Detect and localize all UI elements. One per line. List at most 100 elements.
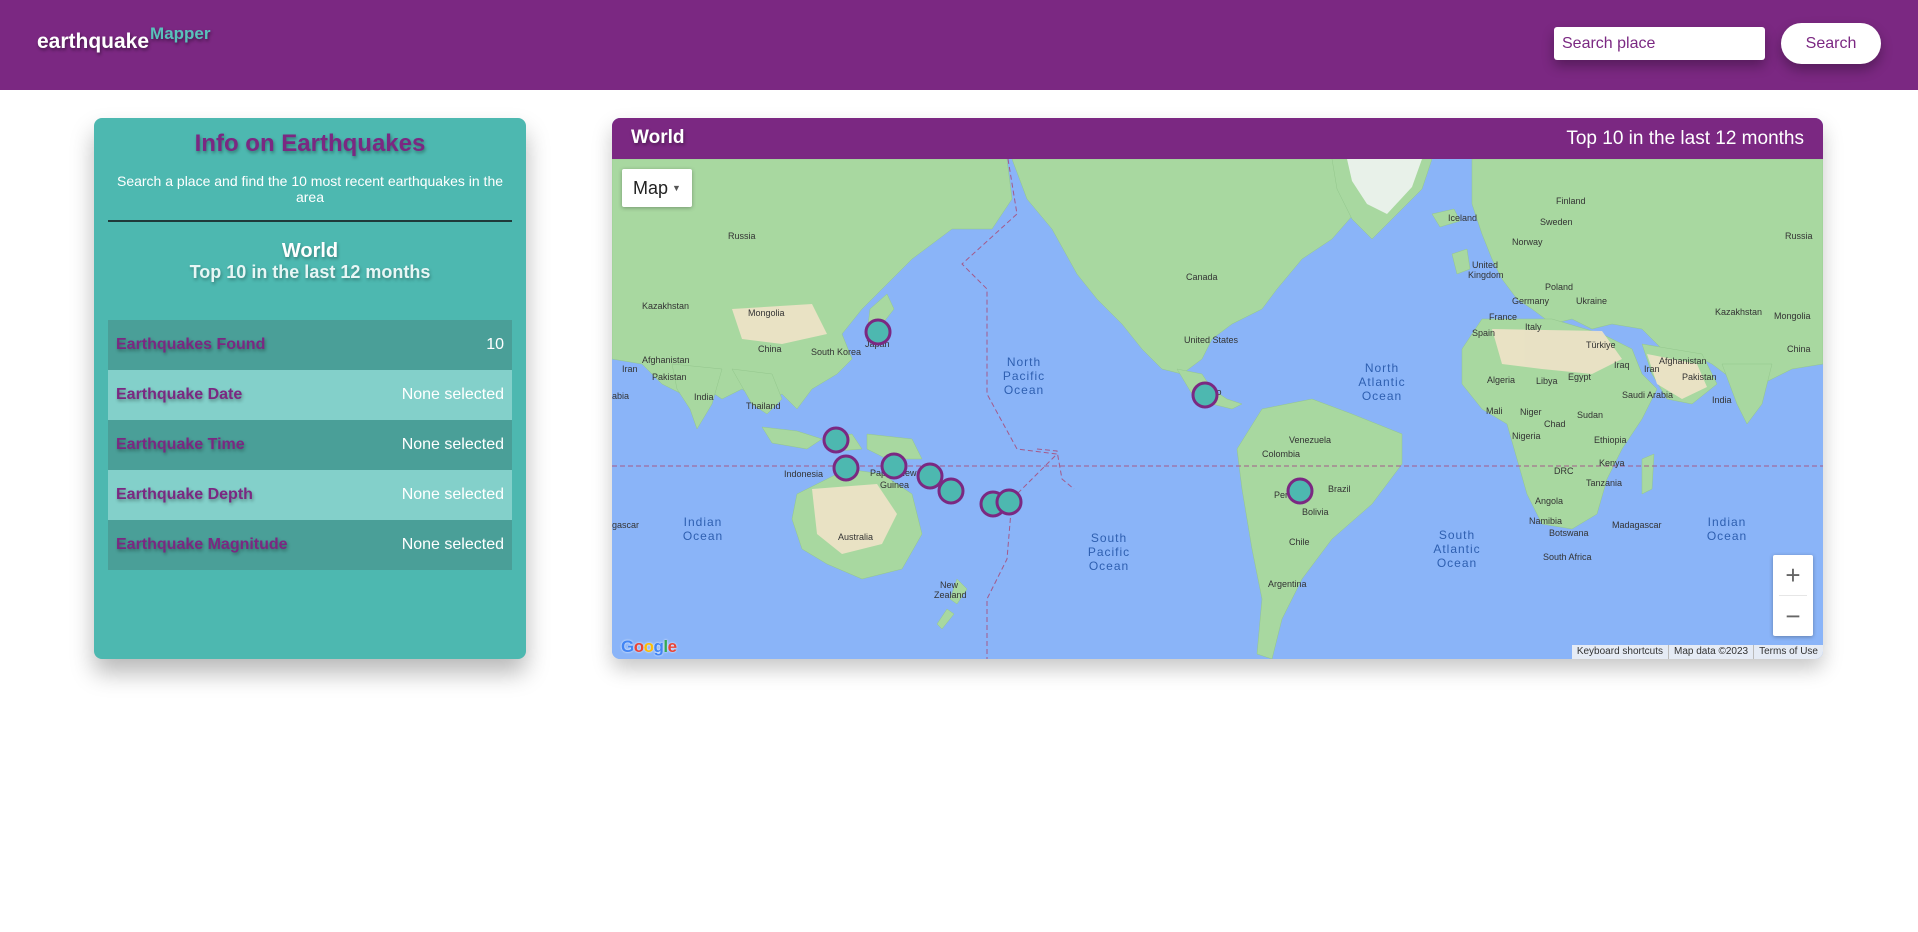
svg-text:Nigeria: Nigeria: [1512, 431, 1541, 441]
map-canvas[interactable]: North Pacific Ocean North Atlantic Ocean…: [612, 159, 1823, 659]
ocean-label: Indian: [1708, 515, 1747, 529]
app-logo[interactable]: earthquakeMapper: [37, 24, 211, 54]
svg-text:Mali: Mali: [1486, 406, 1503, 416]
madagascar-land: [1641, 453, 1655, 495]
svg-text:Russia: Russia: [728, 231, 756, 241]
info-subtitle: Search a place and find the 10 most rece…: [116, 173, 504, 205]
ocean-label: Ocean: [1437, 556, 1477, 570]
svg-text:Afghanistan: Afghanistan: [1659, 356, 1707, 366]
svg-text:Italy: Italy: [1525, 322, 1542, 332]
ocean-label: Ocean: [1362, 389, 1402, 403]
svg-text:Iceland: Iceland: [1448, 213, 1477, 223]
earthquake-marker[interactable]: [864, 318, 892, 346]
svg-text:Mongolia: Mongolia: [1774, 311, 1811, 321]
svg-text:abia: abia: [612, 391, 629, 401]
stats-table: Earthquakes Found 10 Earthquake Date Non…: [108, 320, 512, 570]
world-map[interactable]: North Pacific Ocean North Atlantic Ocean…: [612, 159, 1823, 659]
logo-sup-text: Mapper: [150, 24, 211, 43]
earthquake-marker[interactable]: [822, 426, 850, 454]
search-input[interactable]: [1554, 27, 1765, 60]
stat-label: Earthquake Depth: [116, 486, 253, 503]
svg-text:Brazil: Brazil: [1328, 484, 1351, 494]
ocean-label: Atlantic: [1433, 542, 1480, 556]
svg-text:Poland: Poland: [1545, 282, 1573, 292]
svg-text:Kingdom: Kingdom: [1468, 270, 1504, 280]
map-data-credit: Map data ©2023: [1668, 645, 1753, 659]
svg-text:Iran: Iran: [622, 364, 638, 374]
stat-label: Earthquake Magnitude: [116, 536, 288, 553]
earthquake-marker[interactable]: [995, 488, 1023, 516]
svg-text:Greenland: Greenland: [1364, 159, 1406, 161]
info-period: Top 10 in the last 12 months: [189, 262, 431, 282]
svg-text:Spain: Spain: [1472, 328, 1495, 338]
info-region: World: [281, 240, 339, 262]
svg-text:Sudan: Sudan: [1577, 410, 1603, 420]
stat-value: None selected: [401, 436, 504, 453]
map-header: World Top 10 in the last 12 months: [612, 118, 1823, 159]
zoom-in-button[interactable]: +: [1773, 555, 1813, 595]
svg-text:Zealand: Zealand: [934, 590, 967, 600]
svg-text:Argentina: Argentina: [1268, 579, 1307, 589]
earthquake-marker[interactable]: [880, 452, 908, 480]
stat-label: Earthquake Time: [116, 436, 245, 453]
google-logo[interactable]: Google: [621, 637, 677, 657]
search-button[interactable]: Search: [1781, 23, 1881, 64]
svg-text:Saudi Arabia: Saudi Arabia: [1622, 390, 1673, 400]
svg-text:Libya: Libya: [1536, 376, 1558, 386]
earthquake-marker[interactable]: [1286, 477, 1314, 505]
stat-row-depth: Earthquake Depth None selected: [108, 470, 512, 520]
svg-text:Türkiye: Türkiye: [1586, 340, 1616, 350]
svg-text:Kazakhstan: Kazakhstan: [642, 301, 689, 311]
ocean-label: South: [1091, 531, 1127, 545]
svg-text:Egypt: Egypt: [1568, 372, 1592, 382]
svg-text:Bolivia: Bolivia: [1302, 507, 1329, 517]
svg-text:Norway: Norway: [1512, 237, 1543, 247]
svg-text:United: United: [1472, 260, 1498, 270]
svg-text:Madagascar: Madagascar: [1612, 520, 1662, 530]
zoom-out-button[interactable]: −: [1773, 596, 1813, 636]
ocean-label: Atlantic: [1358, 375, 1405, 389]
terms-of-use-link[interactable]: Terms of Use: [1753, 645, 1823, 659]
ocean-label: North: [1007, 355, 1041, 369]
svg-text:Australia: Australia: [838, 532, 873, 542]
svg-text:Chad: Chad: [1544, 419, 1566, 429]
svg-text:Indonesia: Indonesia: [784, 469, 823, 479]
svg-text:Russia: Russia: [1785, 231, 1813, 241]
svg-text:Namibia: Namibia: [1529, 516, 1562, 526]
svg-text:New: New: [940, 580, 959, 590]
stat-value: None selected: [401, 386, 504, 403]
svg-text:Chile: Chile: [1289, 537, 1310, 547]
svg-text:United States: United States: [1184, 335, 1239, 345]
stat-row-time: Earthquake Time None selected: [108, 420, 512, 470]
keyboard-shortcuts-link[interactable]: Keyboard shortcuts: [1572, 645, 1668, 659]
zoom-controls: + −: [1773, 555, 1813, 636]
svg-text:India: India: [1712, 395, 1732, 405]
earthquake-marker[interactable]: [916, 462, 944, 490]
stat-value: None selected: [401, 536, 504, 553]
svg-text:China: China: [758, 344, 782, 354]
svg-text:Ukraine: Ukraine: [1576, 296, 1607, 306]
svg-text:Thailand: Thailand: [746, 401, 781, 411]
svg-text:Botswana: Botswana: [1549, 528, 1589, 538]
earthquake-marker[interactable]: [937, 477, 965, 505]
svg-text:Sweden: Sweden: [1540, 217, 1573, 227]
svg-text:Algeria: Algeria: [1487, 375, 1515, 385]
svg-text:Niger: Niger: [1520, 407, 1542, 417]
stat-label: Earthquake Date: [116, 386, 243, 403]
ocean-label: Ocean: [1707, 529, 1747, 543]
ocean-label: South: [1439, 528, 1475, 542]
earthquake-marker[interactable]: [832, 454, 860, 482]
svg-text:China: China: [1787, 344, 1811, 354]
ocean-label: Ocean: [1089, 559, 1129, 573]
earthquake-marker[interactable]: [1191, 381, 1219, 409]
map-type-selector[interactable]: Map ▼: [622, 169, 692, 207]
ocean-label: North: [1365, 361, 1399, 375]
svg-text:Tanzania: Tanzania: [1586, 478, 1622, 488]
ocean-label: Pacific: [1003, 369, 1045, 383]
svg-text:Kenya: Kenya: [1599, 458, 1625, 468]
stat-row-date: Earthquake Date None selected: [108, 370, 512, 420]
stat-row-magnitude: Earthquake Magnitude None selected: [108, 520, 512, 570]
svg-text:Guinea: Guinea: [880, 480, 909, 490]
svg-text:Canada: Canada: [1186, 272, 1218, 282]
svg-text:Pakistan: Pakistan: [1682, 372, 1717, 382]
